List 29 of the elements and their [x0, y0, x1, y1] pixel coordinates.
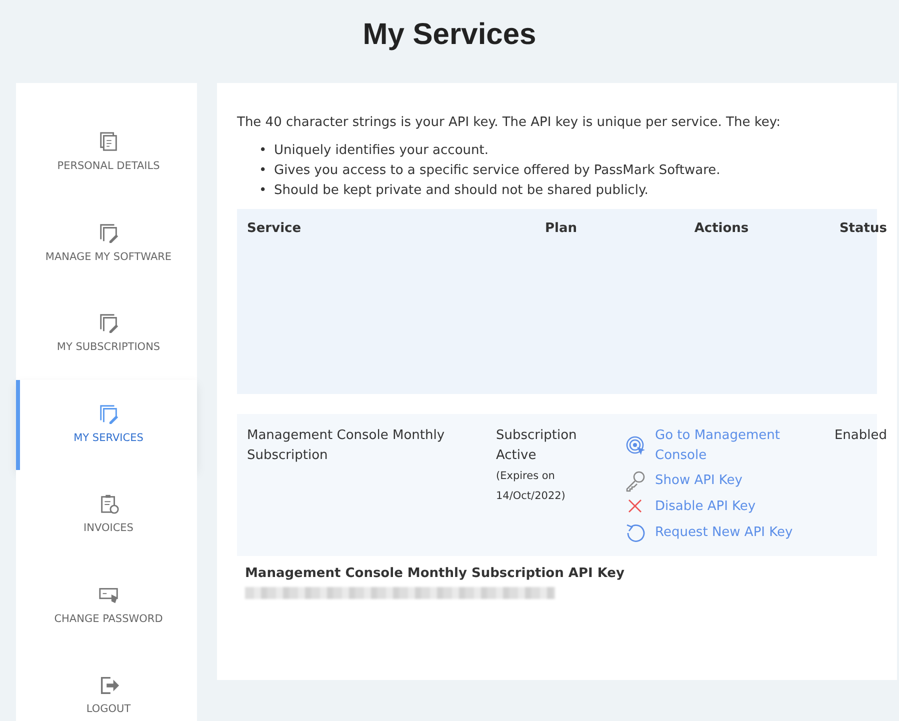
sidebar-item[interactable]: MY SERVICES: [16, 380, 197, 470]
column-header: Actions: [694, 220, 749, 236]
bullet-marker: •: [259, 162, 268, 180]
action-link[interactable]: Request New API Key: [625, 522, 816, 544]
document-icon: [98, 131, 120, 154]
table-cell: Management Console Monthly Subscription: [247, 428, 445, 462]
title: My Services: [362, 17, 538, 53]
status-text: Enabled: [834, 428, 887, 442]
intro-text: The 40 character strings is your API key. The API key is unique per service. The key:: [237, 114, 782, 132]
action-link[interactable]: Show API Key: [625, 470, 816, 492]
action-link[interactable]: Disable API Key: [625, 496, 816, 518]
edit-icon: [98, 402, 120, 425]
action-link[interactable]: Go to Management Console: [625, 426, 816, 466]
edit-icon: [98, 312, 120, 334]
bullet-marker: •: [259, 182, 268, 200]
key-icon: [625, 470, 647, 492]
bullet-text: Gives you access to a specific service offered by PassMark Software.: [274, 162, 720, 180]
plan-status: Subscription Active: [496, 426, 578, 464]
column-header: Plan: [544, 220, 577, 236]
edit-icon: [98, 222, 120, 244]
refresh-icon: [625, 522, 647, 544]
column-header: Service: [247, 220, 302, 236]
api-key-title: Management Console Monthly Subscription API Key: [245, 564, 626, 582]
bullet-marker: •: [259, 142, 268, 160]
bullet-text: Uniquely identifies your account.: [274, 142, 488, 160]
expiry-note: (Expires on 14/Oct/2022): [496, 468, 566, 504]
bullet-text: Should be kept private and should not be shared publicly.: [274, 182, 648, 200]
target-icon: [625, 434, 647, 456]
column-header: Status: [839, 220, 887, 236]
